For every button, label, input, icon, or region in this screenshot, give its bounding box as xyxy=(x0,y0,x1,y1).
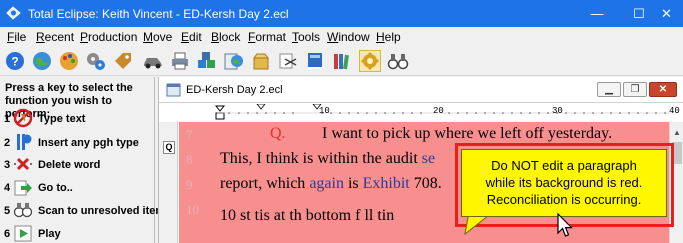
line-text-segment: 708. xyxy=(409,175,442,192)
printer-icon[interactable] xyxy=(169,50,191,72)
function-label: Type text xyxy=(38,113,86,125)
globe-doc-icon[interactable] xyxy=(223,50,245,72)
line-text-keyword: Exhibit xyxy=(362,175,410,192)
menu-help[interactable]: Help xyxy=(376,30,401,44)
tag-icon[interactable] xyxy=(112,50,134,72)
ruler: 10 20 30 40 xyxy=(159,104,683,122)
tooltip-line: Reconciliation is occurring. xyxy=(486,192,642,207)
book-icon[interactable] xyxy=(304,50,326,72)
gears-icon[interactable] xyxy=(85,50,107,72)
binoculars-icon[interactable] xyxy=(387,50,409,72)
close-button[interactable]: ✕ xyxy=(650,0,683,27)
document-icon xyxy=(166,83,181,97)
paragraph-gutter: Q xyxy=(159,122,178,243)
function-item-type-text[interactable]: 1 Type text xyxy=(4,108,154,128)
menu-production[interactable]: Production xyxy=(80,30,137,44)
menu-move[interactable]: Move xyxy=(143,30,172,44)
delete-x-icon xyxy=(13,154,33,174)
function-label: Delete word xyxy=(38,159,101,171)
document-close-button[interactable]: ✕ xyxy=(649,82,677,97)
menu-window[interactable]: Window xyxy=(327,30,370,44)
function-key: 3 xyxy=(4,159,11,171)
function-label: Scan to unresolved item xyxy=(38,205,166,217)
function-key: 4 xyxy=(4,182,11,194)
menu-edit[interactable]: Edit xyxy=(181,30,202,44)
line-number: 8 xyxy=(186,152,193,167)
restore-icon: ❐ xyxy=(630,84,640,95)
toolbar: ? xyxy=(0,46,683,76)
line-number: 9 xyxy=(186,177,193,192)
menu-tools[interactable]: Tools xyxy=(292,30,320,44)
play-icon xyxy=(13,223,33,243)
scan-icon xyxy=(13,200,33,220)
function-key: 5 xyxy=(4,205,11,217)
document-minimize-button[interactable]: ▁ xyxy=(597,82,621,97)
menu-file[interactable]: File xyxy=(7,30,26,44)
menu-bar: File Recent Production Move Edit Block F… xyxy=(0,27,683,46)
menu-format[interactable]: Format xyxy=(248,30,286,44)
line-text: This, I think is within the audit se xyxy=(220,150,435,168)
function-item-delete-word[interactable]: 3 Delete word xyxy=(4,154,154,174)
settings-gear-icon[interactable] xyxy=(359,50,381,72)
app-window: Total Eclipse: Keith Vincent - ED-Kersh … xyxy=(0,0,683,243)
box-icon[interactable] xyxy=(250,50,272,72)
line-text-segment: report, which xyxy=(220,175,310,192)
function-item-play[interactable]: 6 Play xyxy=(4,223,154,243)
ruler-label-10: 10 xyxy=(319,106,330,116)
function-label: Go to.. xyxy=(38,182,73,194)
ruler-label-40: 40 xyxy=(669,106,680,116)
paragraph-icon xyxy=(13,132,33,152)
document-restore-button[interactable]: ❐ xyxy=(623,82,647,97)
blocks-icon[interactable] xyxy=(196,50,218,72)
line-text-keyword: se xyxy=(421,150,436,167)
line-number: 7 xyxy=(186,127,193,142)
document-title-bar: ED-Kersh Day 2.ecl ▁ ❐ ✕ xyxy=(159,77,683,103)
help-icon[interactable]: ? xyxy=(4,50,26,72)
library-icon[interactable] xyxy=(331,50,353,72)
line-text: report, which again is Exhibit 708. xyxy=(220,175,442,193)
minimize-button[interactable]: — xyxy=(575,0,619,27)
close-icon: ✕ xyxy=(658,84,668,95)
function-key: 2 xyxy=(4,137,11,149)
palette-icon[interactable] xyxy=(58,50,80,72)
window-title: Total Eclipse: Keith Vincent - ED-Kersh … xyxy=(28,7,289,21)
line-text-keyword: again xyxy=(309,175,344,192)
function-key: 1 xyxy=(4,113,11,125)
scissors-icon[interactable] xyxy=(277,50,299,72)
tooltip-line: while its background is red. xyxy=(485,175,643,190)
document-title: ED-Kersh Day 2.ecl xyxy=(186,84,283,96)
function-item-insert-pgh[interactable]: 2 Insert any pgh type xyxy=(4,132,154,152)
question-label: Q. xyxy=(270,125,286,142)
ruler-label-30: 30 xyxy=(552,106,563,116)
menu-recent[interactable]: Recent xyxy=(36,30,74,44)
function-label: Insert any pgh type xyxy=(38,137,139,149)
function-item-scan[interactable]: 5 Scan to unresolved item xyxy=(4,200,165,220)
reconciliation-warning-tooltip: Do NOT edit a paragraph while its backgr… xyxy=(461,149,667,217)
arrow-right-icon xyxy=(13,177,33,197)
no-symbol-icon xyxy=(13,108,33,128)
ruler-scale: 10 20 30 40 xyxy=(217,104,683,122)
line-text-segment: is xyxy=(343,175,363,192)
line-text: I want to pick up where we left off yest… xyxy=(322,125,613,142)
globe-icon[interactable] xyxy=(31,50,53,72)
menu-block[interactable]: Block xyxy=(211,30,240,44)
line-text-segment: This, I think is within the audit xyxy=(220,150,422,167)
line-number: 10 xyxy=(186,202,199,217)
question-marker[interactable]: Q xyxy=(163,141,175,154)
ruler-label-20: 20 xyxy=(433,106,444,116)
title-bar: Total Eclipse: Keith Vincent - ED-Kersh … xyxy=(0,0,683,27)
line-text: 10 st tis at th bottom f ll tin xyxy=(220,207,395,224)
car-icon[interactable] xyxy=(142,50,164,72)
function-item-go-to[interactable]: 4 Go to.. xyxy=(4,177,154,197)
function-panel: Press a key to select the function you w… xyxy=(0,77,165,243)
minimize-icon: ▁ xyxy=(605,84,613,95)
svg-text:?: ? xyxy=(11,55,18,69)
tooltip-line: Do NOT edit a paragraph xyxy=(491,158,637,173)
function-label: Play xyxy=(38,228,61,240)
scroll-up-icon[interactable]: ▲ xyxy=(673,128,681,137)
app-logo-icon xyxy=(6,6,21,20)
mouse-cursor-icon xyxy=(557,213,573,237)
function-key: 6 xyxy=(4,228,11,240)
